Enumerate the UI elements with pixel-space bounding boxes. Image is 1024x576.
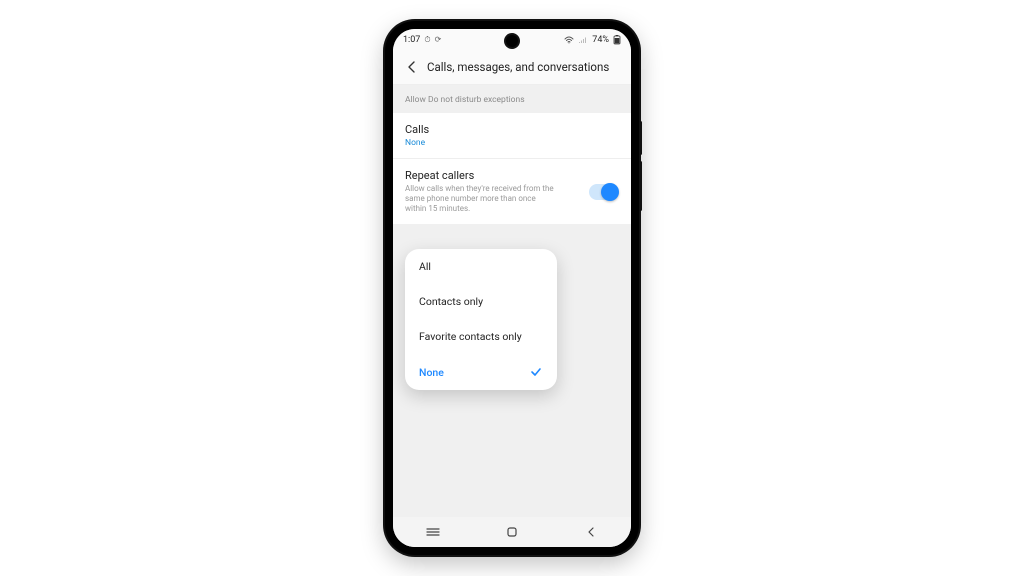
repeat-title: Repeat callers [405, 169, 589, 182]
popup-option-contacts-only[interactable]: Contacts only [405, 284, 557, 319]
popup-option-label: Contacts only [419, 295, 483, 308]
screen: 1:07 ⏱ ⟳ 74% [393, 29, 631, 547]
front-camera [506, 35, 518, 47]
toggle-knob [601, 183, 619, 201]
battery-icon [613, 35, 621, 45]
calls-title: Calls [405, 123, 619, 136]
navigation-bar [393, 517, 631, 547]
settings-list: Calls None Repeat callers Allow calls wh… [393, 113, 631, 224]
page-header: Calls, messages, and conversations [393, 49, 631, 85]
status-right: 74% [564, 35, 621, 45]
orientation-icon: ⟳ [435, 36, 442, 44]
repeat-desc: Allow calls when they're received from t… [405, 184, 555, 214]
nav-home-button[interactable] [497, 521, 527, 543]
nav-back-button[interactable] [576, 521, 606, 543]
popup-option-none[interactable]: None [405, 354, 557, 390]
popup-option-label: None [419, 366, 444, 379]
status-left: 1:07 ⏱ ⟳ [403, 36, 441, 45]
back-button[interactable] [401, 56, 423, 78]
calls-value: None [405, 138, 619, 148]
status-time: 1:07 [403, 36, 420, 45]
popup-option-favorite-contacts-only[interactable]: Favorite contacts only [405, 319, 557, 354]
volume-button [639, 121, 642, 155]
popup-option-all[interactable]: All [405, 249, 557, 284]
repeat-toggle[interactable] [589, 184, 619, 200]
popup-option-label: All [419, 260, 431, 273]
repeat-callers-row[interactable]: Repeat callers Allow calls when they're … [393, 159, 631, 224]
content: Calls, messages, and conversations Allow… [393, 49, 631, 547]
page-title: Calls, messages, and conversations [427, 60, 609, 74]
alarm-icon: ⏱ [424, 36, 430, 44]
chevron-left-icon [585, 526, 597, 538]
recents-icon [425, 526, 441, 538]
popup-option-label: Favorite contacts only [419, 330, 522, 343]
section-header: Allow Do not disturb exceptions [393, 85, 631, 113]
check-icon [529, 365, 543, 379]
home-icon [505, 525, 519, 539]
wifi-icon [564, 36, 574, 44]
nav-recents-button[interactable] [418, 521, 448, 543]
calls-row[interactable]: Calls None [393, 113, 631, 159]
power-button [639, 161, 642, 211]
chevron-left-icon [405, 60, 419, 74]
signal-icon [578, 36, 588, 44]
battery-percentage: 74% [592, 36, 609, 45]
repeat-texts: Repeat callers Allow calls when they're … [405, 169, 589, 214]
calls-texts: Calls None [405, 123, 619, 148]
calls-popup-menu: All Contacts only Favorite contacts only… [405, 249, 557, 390]
stage: 1:07 ⏱ ⟳ 74% [0, 0, 1024, 576]
phone-frame: 1:07 ⏱ ⟳ 74% [385, 21, 639, 555]
